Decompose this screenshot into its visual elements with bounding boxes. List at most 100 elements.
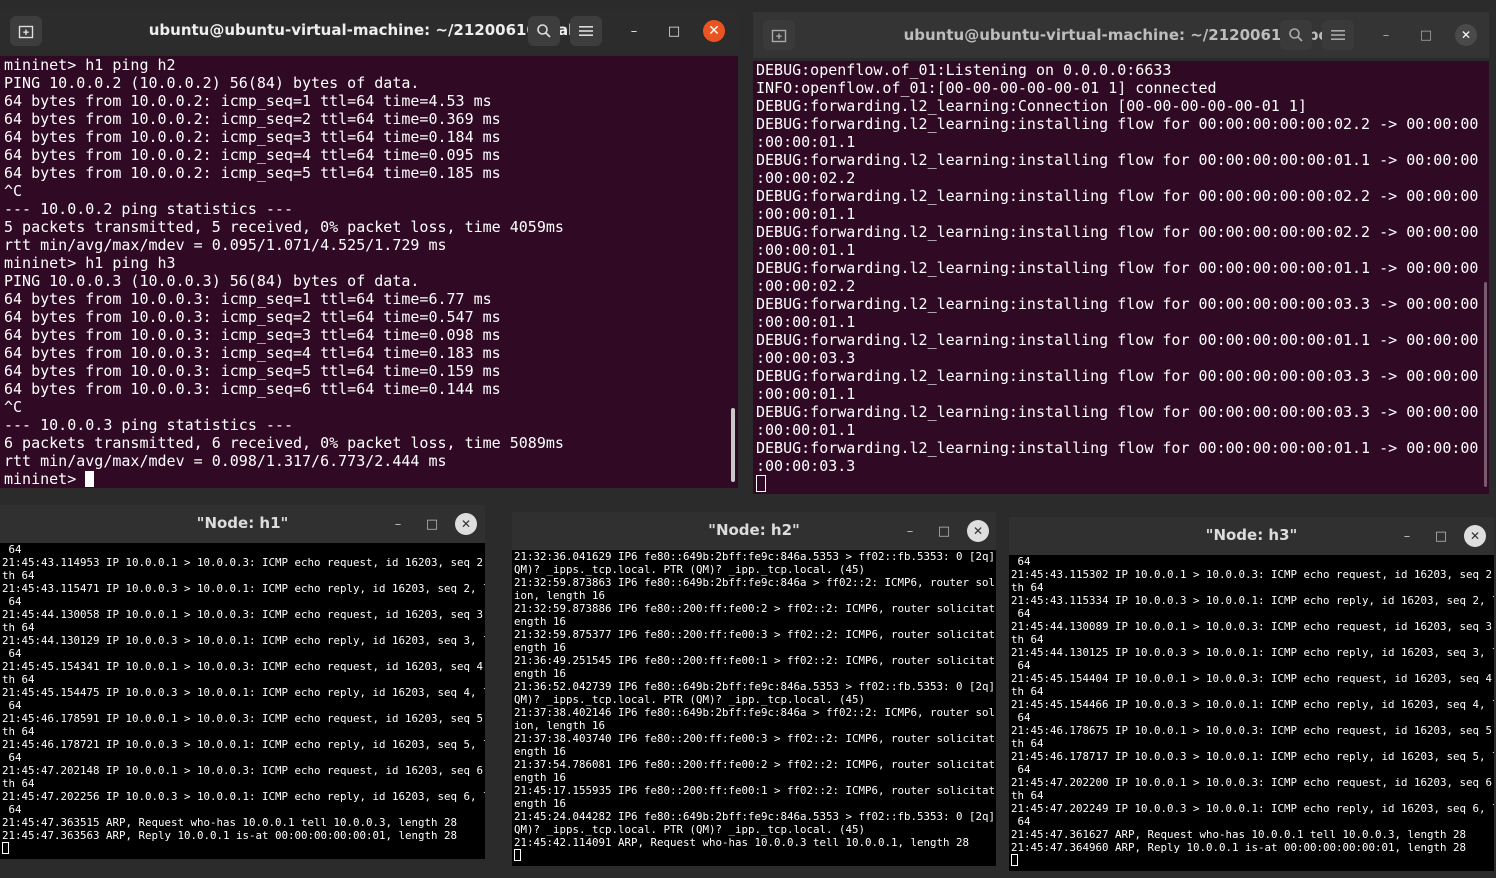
terminal-line: 21:45:46.178721 IP 10.0.0.3 > 10.0.0.1: … — [2, 738, 485, 751]
terminal-line: 64 — [2, 595, 22, 608]
terminal-line: DEBUG:openflow.of_01:Listening on 0.0.0.… — [756, 61, 1172, 79]
cursor-line[interactable] — [2, 842, 485, 856]
terminal-line: th 64 — [2, 621, 35, 634]
xterm-node-h2: "Node: h2" – □ ✕ 21:32:36.041629 IP6 fe8… — [512, 512, 996, 866]
search-button[interactable] — [528, 16, 560, 46]
terminal-line: 21:45:42.114091 ARP, Request who-has 10.… — [514, 836, 970, 849]
maximize-button[interactable]: □ — [933, 520, 955, 542]
minimize-icon: – — [1403, 528, 1411, 544]
close-button[interactable]: ✕ — [703, 20, 725, 42]
cursor-line[interactable] — [514, 849, 996, 863]
search-button[interactable] — [1280, 20, 1312, 50]
minimize-button[interactable]: – — [387, 513, 409, 535]
terminal-line: :00:00:01.1 — [756, 205, 856, 223]
hamburger-menu-icon — [1331, 30, 1345, 40]
terminal-line: 21:45:47.202256 IP 10.0.0.3 > 10.0.0.1: … — [2, 790, 485, 803]
terminal-line: 64 — [2, 803, 22, 816]
terminal-line: th 64 — [2, 673, 35, 686]
prompt-line[interactable]: mininet> — [4, 470, 738, 488]
terminal-line: 21:45:45.154404 IP 10.0.0.1 > 10.0.0.3: … — [1011, 672, 1494, 685]
terminal-line: 64 bytes from 10.0.0.2: icmp_seq=2 ttl=6… — [4, 110, 501, 128]
close-button[interactable]: ✕ — [967, 520, 989, 542]
terminal-line: 64 bytes from 10.0.0.3: icmp_seq=6 ttl=6… — [4, 380, 501, 398]
terminal-output[interactable]: DEBUG:openflow.of_01:Listening on 0.0.0.… — [753, 61, 1489, 494]
terminal-line: mininet> h1 ping h2 — [4, 56, 176, 74]
terminal-line: 5 packets transmitted, 5 received, 0% pa… — [4, 218, 564, 236]
close-button[interactable]: ✕ — [1455, 24, 1477, 46]
terminal-line: 21:45:24.044282 IP6 fe80::649b:2bff:fe9c… — [514, 810, 996, 823]
minimize-icon: – — [906, 523, 914, 539]
terminal-line: 21:45:44.130058 IP 10.0.0.1 > 10.0.0.3: … — [2, 608, 485, 621]
terminal-line: 21:45:47.202200 IP 10.0.0.1 > 10.0.0.3: … — [1011, 776, 1494, 789]
xterm-output[interactable]: 64 21:45:43.115302 IP 10.0.0.1 > 10.0.0.3… — [1009, 555, 1494, 871]
maximize-button[interactable]: □ — [1430, 525, 1452, 547]
terminal-line: :00:00:01.1 — [756, 313, 856, 331]
terminal-line: DEBUG:forwarding.l2_learning:installing … — [756, 331, 1479, 349]
terminal-line: th 64 — [1011, 737, 1044, 750]
window-title: "Node: h3" — [1205, 526, 1298, 544]
terminal-line: 21:36:49.251545 IP6 fe80::200:ff:fe00:1 … — [514, 654, 996, 667]
terminal-line: DEBUG:forwarding.l2_learning:installing … — [756, 187, 1479, 205]
minimize-icon: – — [394, 516, 402, 532]
minimize-button[interactable]: – — [1375, 24, 1397, 46]
titlebar-node-h1[interactable]: "Node: h1" – □ ✕ — [0, 505, 485, 543]
minimize-button[interactable]: – — [623, 20, 645, 42]
terminal-line: 21:32:59.875377 IP6 fe80::200:ff:fe00:3 … — [514, 628, 996, 641]
terminal-line: mininet> h1 ping h3 — [4, 254, 176, 272]
terminal-line: DEBUG:forwarding.l2_learning:installing … — [756, 295, 1479, 313]
terminal-line: th 64 — [2, 777, 35, 790]
minimize-icon: – — [1382, 27, 1390, 43]
terminal-line: 64 bytes from 10.0.0.3: icmp_seq=2 ttl=6… — [4, 308, 501, 326]
terminal-output[interactable]: mininet> h1 ping h2 PING 10.0.0.2 (10.0.0… — [0, 56, 738, 488]
terminal-line: DEBUG:forwarding.l2_learning:installing … — [756, 367, 1479, 385]
cursor-line[interactable] — [756, 475, 1489, 493]
minimize-icon: – — [630, 23, 638, 39]
terminal-line: DEBUG:forwarding.l2_learning:installing … — [756, 223, 1479, 241]
terminal-line: 64 — [1011, 607, 1031, 620]
close-icon: ✕ — [1460, 28, 1472, 42]
terminal-line: rtt min/avg/max/mdev = 0.098/1.317/6.773… — [4, 452, 447, 470]
maximize-icon: □ — [667, 23, 681, 39]
terminal-window-lab5: ubuntu@ubuntu-virtual-machine: ~/2120061… — [0, 10, 738, 488]
terminal-line: 21:45:45.154475 IP 10.0.0.3 > 10.0.0.1: … — [2, 686, 485, 699]
menu-button[interactable] — [1322, 20, 1354, 50]
xterm-output[interactable]: 21:32:36.041629 IP6 fe80::649b:2bff:fe9c… — [512, 550, 996, 866]
terminal-line: 21:45:44.130129 IP 10.0.0.3 > 10.0.0.1: … — [2, 634, 485, 647]
close-icon: ✕ — [1469, 529, 1481, 543]
minimize-button[interactable]: – — [899, 520, 921, 542]
terminal-line: 21:37:38.403740 IP6 fe80::200:ff:fe00:3 … — [514, 732, 996, 745]
terminal-line: :00:00:02.2 — [756, 277, 856, 295]
terminal-line: th 64 — [1011, 789, 1044, 802]
terminal-line: th 64 — [2, 569, 35, 582]
window-title: "Node: h2" — [708, 521, 800, 539]
terminal-line: ength 16 — [514, 641, 567, 654]
text-cursor — [756, 475, 766, 492]
close-icon: ✕ — [972, 524, 984, 538]
terminal-line: 64 — [2, 751, 22, 764]
titlebar-node-h3[interactable]: "Node: h3" – □ ✕ — [1009, 517, 1494, 555]
terminal-line: 21:45:47.202249 IP 10.0.0.3 > 10.0.0.1: … — [1011, 802, 1494, 815]
titlebar-node-h2[interactable]: "Node: h2" – □ ✕ — [512, 512, 996, 550]
terminal-line: DEBUG:forwarding.l2_learning:installing … — [756, 439, 1479, 457]
terminal-line: DEBUG:forwarding.l2_learning:Connection … — [756, 97, 1307, 115]
minimize-button[interactable]: – — [1396, 525, 1418, 547]
close-button[interactable]: ✕ — [455, 513, 477, 535]
scrollbar[interactable] — [1484, 282, 1487, 487]
cursor-line[interactable] — [1011, 854, 1494, 868]
terminal-line: 64 bytes from 10.0.0.3: icmp_seq=5 ttl=6… — [4, 362, 501, 380]
maximize-button[interactable]: □ — [1415, 24, 1437, 46]
terminal-line: th 64 — [1011, 633, 1044, 646]
menu-button[interactable] — [570, 16, 602, 46]
maximize-button[interactable]: □ — [421, 513, 443, 535]
close-button[interactable]: ✕ — [1464, 525, 1486, 547]
terminal-line: :00:00:01.1 — [756, 133, 856, 151]
maximize-icon: □ — [425, 516, 439, 532]
maximize-button[interactable]: □ — [663, 20, 685, 42]
hamburger-menu-icon — [579, 26, 593, 36]
xterm-output[interactable]: 64 21:45:43.114953 IP 10.0.0.1 > 10.0.0.3… — [0, 543, 485, 859]
terminal-line: 21:45:43.115334 IP 10.0.0.3 > 10.0.0.1: … — [1011, 594, 1494, 607]
terminal-line: 64 — [2, 647, 22, 660]
scrollbar[interactable] — [731, 408, 735, 482]
titlebar-lab5[interactable]: ubuntu@ubuntu-virtual-machine: ~/2120061… — [0, 10, 738, 52]
titlebar-pox[interactable]: ubuntu@ubuntu-virtual-machine: ~/2120061… — [753, 12, 1489, 58]
